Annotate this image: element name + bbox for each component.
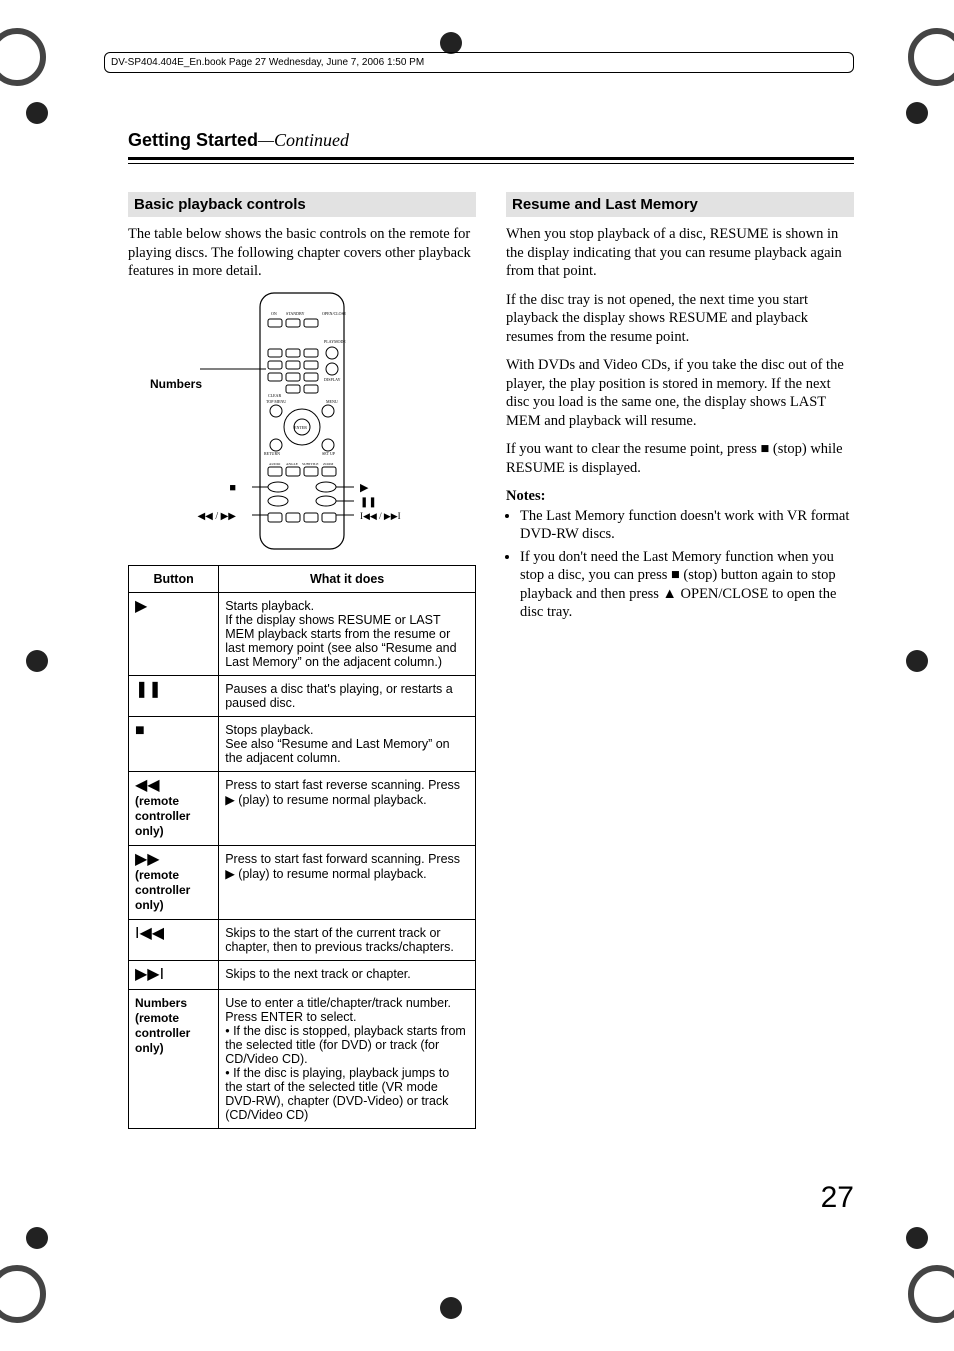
svg-text:▶: ▶ xyxy=(360,482,369,494)
crop-ring-icon xyxy=(0,1265,46,1323)
svg-text:OPEN/CLOSE: OPEN/CLOSE xyxy=(322,311,347,316)
cell-desc: Skips to the start of the current track … xyxy=(219,919,476,960)
svg-text:■: ■ xyxy=(229,482,236,494)
crop-mark xyxy=(906,102,928,124)
svg-text:MENU: MENU xyxy=(326,399,338,404)
framemaker-ref: DV-SP404.404E_En.book Page 27 Wednesday,… xyxy=(104,52,854,73)
table-header-row: Button What it does xyxy=(129,565,476,592)
cell-desc: Press to start fast reverse scanning. Pr… xyxy=(219,771,476,845)
skip-forward-icon: ▶▶I xyxy=(135,967,212,983)
page-number: 27 xyxy=(821,1181,854,1215)
crop-ring-icon xyxy=(0,28,46,86)
table-row: ❚❚ Pauses a disc that's playing, or rest… xyxy=(129,675,476,716)
svg-text:AUDIO: AUDIO xyxy=(269,462,281,466)
notes-heading: Notes: xyxy=(506,488,854,505)
svg-text:RETURN: RETURN xyxy=(264,451,280,456)
remote-only-label: (remote controller only) xyxy=(135,868,212,913)
remote-diagram: Numbers ON STANDBY OPEN/CLOSE xyxy=(128,291,476,551)
notes-list: The Last Memory function doesn't work wi… xyxy=(520,507,854,622)
two-column-layout: Basic playback controls The table below … xyxy=(128,192,854,1129)
section-title-resume: Resume and Last Memory xyxy=(506,192,854,217)
remote-icon: ON STANDBY OPEN/CLOSE PLAYMODE xyxy=(192,291,412,551)
framemaker-ref-text: DV-SP404.404E_En.book Page 27 Wednesday,… xyxy=(111,57,424,68)
rewind-icon: ◀◀ xyxy=(135,778,212,794)
svg-text:SET UP: SET UP xyxy=(322,451,336,456)
play-icon: ▶ xyxy=(135,599,212,615)
paragraph: If the disc tray is not opened, the next… xyxy=(506,291,854,347)
list-item: If you don't need the Last Memory functi… xyxy=(520,548,854,622)
section-title-basic: Basic playback controls xyxy=(128,192,476,217)
skip-back-icon: I◀◀ xyxy=(135,926,212,942)
stop-icon: ■ xyxy=(135,723,212,739)
content-area: Getting Started—Continued Basic playback… xyxy=(128,130,854,1211)
svg-text:SUBTITLE: SUBTITLE xyxy=(302,462,319,466)
paragraph: If you want to clear the resume point, p… xyxy=(506,440,854,477)
table-row: ▶▶(remote controller only) Press to star… xyxy=(129,845,476,919)
table-row: I◀◀ Skips to the start of the current tr… xyxy=(129,919,476,960)
chapter-name: Getting Started xyxy=(128,130,258,150)
table-header-desc: What it does xyxy=(219,565,476,592)
table-row: ◀◀(remote controller only) Press to star… xyxy=(129,771,476,845)
numbers-callout-label: Numbers xyxy=(150,377,202,391)
crop-mark xyxy=(26,102,48,124)
crop-ring-icon xyxy=(908,1265,954,1323)
crop-mark xyxy=(440,32,462,54)
cell-desc: Press to start fast forward scanning. Pr… xyxy=(219,845,476,919)
fast-forward-icon: ▶▶ xyxy=(135,852,212,868)
crop-mark xyxy=(26,1227,48,1249)
left-column: Basic playback controls The table below … xyxy=(128,192,476,1129)
svg-text:◀◀ / ▶▶: ◀◀ / ▶▶ xyxy=(197,511,236,522)
running-head: Getting Started—Continued xyxy=(128,130,854,155)
cell-desc: Stops playback.See also “Resume and Last… xyxy=(219,716,476,771)
svg-text:ANGLE: ANGLE xyxy=(286,462,298,466)
svg-text:DISPLAY: DISPLAY xyxy=(324,377,341,382)
right-column: Resume and Last Memory When you stop pla… xyxy=(506,192,854,1129)
stop-icon: ■ xyxy=(671,567,680,583)
cell-desc: Pauses a disc that's playing, or restart… xyxy=(219,675,476,716)
crop-ring-icon xyxy=(908,28,954,86)
crop-mark xyxy=(906,650,928,672)
cell-desc: Use to enter a title/chapter/track numbe… xyxy=(219,989,476,1128)
table-header-button: Button xyxy=(129,565,219,592)
remote-only-label: (remote controller only) xyxy=(135,794,212,839)
paragraph: With DVDs and Video CDs, if you take the… xyxy=(506,356,854,430)
list-item: The Last Memory function doesn't work wi… xyxy=(520,507,854,544)
svg-text:I◀◀ / ▶▶I: I◀◀ / ▶▶I xyxy=(360,511,401,521)
crop-mark xyxy=(26,650,48,672)
cell-desc: Starts playback.If the display shows RES… xyxy=(219,592,476,675)
svg-text:TOP MENU: TOP MENU xyxy=(266,399,286,404)
stop-icon: ■ xyxy=(760,441,769,457)
numbers-label: Numbers (remote controller only) xyxy=(135,996,212,1056)
svg-text:STANDBY: STANDBY xyxy=(286,311,305,316)
continued-label: —Continued xyxy=(258,130,349,150)
svg-text:ENTER: ENTER xyxy=(294,425,307,430)
playback-controls-table: Button What it does ▶ Starts playback.If… xyxy=(128,565,476,1129)
pause-icon: ❚❚ xyxy=(135,682,212,698)
crop-mark xyxy=(440,1297,462,1319)
header-rule xyxy=(128,157,854,164)
paragraph: When you stop playback of a disc, RESUME… xyxy=(506,225,854,281)
intro-paragraph: The table below shows the basic controls… xyxy=(128,225,476,281)
table-row: ■ Stops playback.See also “Resume and La… xyxy=(129,716,476,771)
table-row: ▶ Starts playback.If the display shows R… xyxy=(129,592,476,675)
table-row: Numbers (remote controller only) Use to … xyxy=(129,989,476,1128)
page: DV-SP404.404E_En.book Page 27 Wednesday,… xyxy=(0,0,954,1351)
svg-text:❚❚: ❚❚ xyxy=(360,497,377,508)
svg-text:PLAYMODE: PLAYMODE xyxy=(324,339,346,344)
eject-icon: ▲ xyxy=(663,586,677,602)
svg-text:ZOOM: ZOOM xyxy=(323,462,334,466)
svg-text:CLEAR: CLEAR xyxy=(268,393,281,398)
cell-desc: Skips to the next track or chapter. xyxy=(219,960,476,989)
crop-mark xyxy=(906,1227,928,1249)
svg-text:ON: ON xyxy=(271,311,277,316)
table-row: ▶▶I Skips to the next track or chapter. xyxy=(129,960,476,989)
